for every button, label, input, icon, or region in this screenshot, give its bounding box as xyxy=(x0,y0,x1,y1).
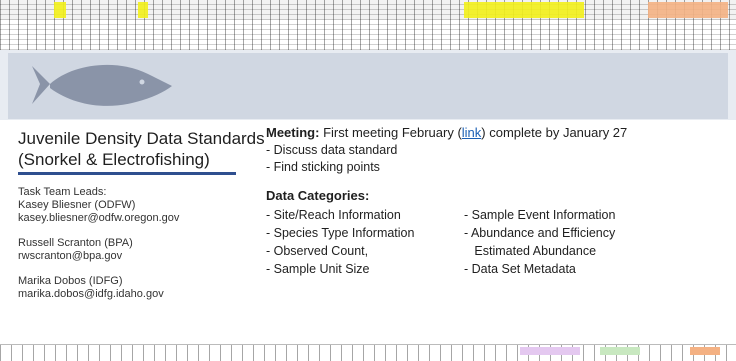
highlight-cell-group xyxy=(690,347,720,355)
highlight-cell-group xyxy=(648,2,728,18)
title-line-2: (Snorkel & Electrofishing) xyxy=(18,150,210,169)
spreadsheet-strip-bottom xyxy=(0,344,736,361)
fish-icon xyxy=(32,64,172,106)
categories-title: Data Categories: xyxy=(266,188,370,203)
meeting-line: Meeting: First meeting February (link) c… xyxy=(266,124,726,141)
highlight-cell-group xyxy=(600,347,640,355)
categories-column-1: - Site/Reach Information - Species Type … xyxy=(266,206,464,278)
category-item: - Abundance and Efficiency xyxy=(464,226,616,240)
category-item: - Observed Count, xyxy=(266,244,369,258)
meeting-bullet: - Discuss data standard xyxy=(266,143,398,157)
details-panel: Meeting: First meeting February (link) c… xyxy=(266,124,726,278)
category-item: - Sample Event Information xyxy=(464,208,616,222)
lead-email: kasey.bliesner@odfw.oregon.gov xyxy=(18,212,180,224)
meeting-bullets: - Discuss data standard - Find sticking … xyxy=(266,142,726,176)
highlight-cell-group xyxy=(464,2,584,18)
lead-email: rwscranton@bpa.gov xyxy=(18,250,123,262)
lead-name: Marika Dobos (IDFG) xyxy=(18,275,123,287)
task-team-leads: Task Team Leads: Kasey Bliesner (ODFW) k… xyxy=(18,186,268,301)
meeting-bullet: - Find sticking points xyxy=(266,160,380,174)
category-item: Estimated Abundance xyxy=(464,244,597,258)
categories-column-2: - Sample Event Information - Abundance a… xyxy=(464,206,664,278)
highlight-cell-group xyxy=(520,347,580,355)
page-title: Juvenile Density Data Standards (Snorkel… xyxy=(18,128,268,170)
highlight-cell xyxy=(54,2,66,18)
leads-heading: Task Team Leads: xyxy=(18,186,107,198)
meeting-text-post: ) complete by January 27 xyxy=(481,125,628,140)
category-item: - Sample Unit Size xyxy=(266,262,370,276)
spreadsheet-strip-top xyxy=(0,0,736,51)
title-underline xyxy=(18,172,236,175)
category-item: - Site/Reach Information xyxy=(266,208,401,222)
category-item: - Data Set Metadata xyxy=(464,262,576,276)
spreadsheet-grid xyxy=(0,0,736,50)
category-item: - Species Type Information xyxy=(266,226,415,240)
lead-name: Kasey Bliesner (ODFW) xyxy=(18,199,136,211)
lead-name: Russell Scranton (BPA) xyxy=(18,237,133,249)
lead-email: marika.dobos@idfg.idaho.gov xyxy=(18,288,164,300)
highlight-cell xyxy=(138,2,148,18)
meeting-text-pre: First meeting February ( xyxy=(323,125,462,140)
meeting-link[interactable]: link xyxy=(462,125,482,140)
categories-list: - Site/Reach Information - Species Type … xyxy=(266,206,726,278)
meeting-label: Meeting: xyxy=(266,125,320,140)
title-line-1: Juvenile Density Data Standards xyxy=(18,129,265,148)
